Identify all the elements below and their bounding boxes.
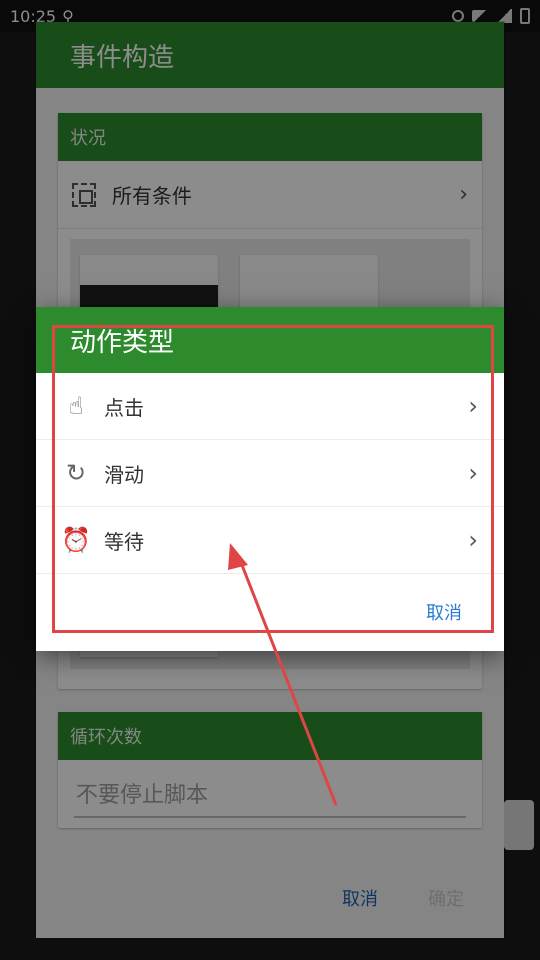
chevron-right-icon: › <box>468 526 478 554</box>
action-item-label: 滑动 <box>104 462 144 487</box>
chevron-right-icon: › <box>468 392 478 420</box>
tap-hand-icon: ☝ <box>68 392 84 420</box>
action-item-wait[interactable]: ⏰ 等待 › <box>36 507 504 574</box>
action-type-dialog: 动作类型 ☝ 点击 › ↻ 滑动 › ⏰ 等待 › 取消 <box>36 307 504 651</box>
action-item-label: 点击 <box>104 395 144 420</box>
action-item-swipe[interactable]: ↻ 滑动 › <box>36 440 504 507</box>
alarm-clock-icon: ⏰ <box>61 526 91 554</box>
action-item-label: 等待 <box>104 529 144 554</box>
action-type-title: 动作类型 <box>36 307 504 373</box>
chevron-right-icon: › <box>468 459 478 487</box>
action-item-click[interactable]: ☝ 点击 › <box>36 373 504 440</box>
swipe-hand-icon: ↻ <box>65 459 87 487</box>
action-cancel-button[interactable]: 取消 <box>426 599 462 625</box>
action-dialog-footer: 取消 <box>36 574 504 650</box>
